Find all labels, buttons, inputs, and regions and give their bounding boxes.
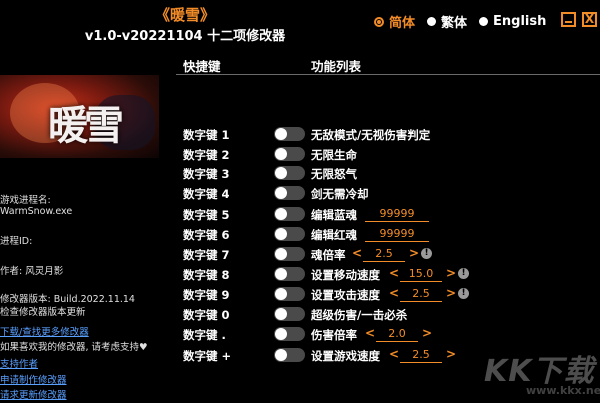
hotkey-label: 数字键 5 [183, 208, 230, 222]
trainer-version-title: v1.0-v20221104 十二项修改器 [84, 29, 286, 44]
lang-option-simplified[interactable]: 简体 [374, 12, 415, 31]
cheat-toggle[interactable] [274, 348, 305, 362]
cheat-row: 数字键 6 编辑红魂 99999 [0, 225, 600, 243]
hotkey-label: 数字键 . [183, 328, 226, 342]
header-hotkey: 快捷键 [183, 59, 221, 74]
increase-button[interactable]: > [446, 347, 456, 361]
request-trainer-link[interactable]: 申请制作修改器 [0, 372, 67, 386]
site-watermark: KK下载 www.kkx.net [482, 342, 600, 402]
cheat-row: 数字键 4 剑无需冷却 [0, 184, 600, 202]
cheat-toggle[interactable] [274, 327, 305, 341]
header-divider [176, 74, 600, 75]
close-button[interactable]: X [582, 12, 597, 27]
warning-icon[interactable]: ! [458, 288, 469, 299]
cheat-name: 编辑红魂 [311, 228, 357, 242]
game-speed-value[interactable]: 2.5 [400, 348, 442, 363]
cheat-toggle[interactable] [274, 127, 305, 141]
hotkey-label: 数字键 0 [183, 308, 230, 322]
cheat-toggle[interactable] [274, 207, 305, 221]
cheat-row: 数字键 2 无限生命 [0, 145, 600, 163]
cheat-row: 数字键 1 无敌模式/无视伤害判定 [0, 125, 600, 143]
hotkey-label: 数字键 2 [183, 148, 230, 162]
decrease-button[interactable]: < [352, 246, 362, 260]
cheat-row: 数字键 9 设置攻击速度 < 2.5 > ! [0, 285, 600, 303]
radio-icon [427, 17, 437, 26]
cheat-row: 数字键 3 无限怒气 [0, 164, 600, 182]
increase-button[interactable]: > [446, 286, 456, 300]
header-functions: 功能列表 [311, 59, 362, 74]
cheat-toggle[interactable] [274, 267, 305, 281]
cheat-toggle[interactable] [274, 147, 305, 161]
radio-icon [479, 17, 489, 26]
minimize-button[interactable] [561, 12, 576, 27]
increase-button[interactable]: > [409, 246, 419, 260]
lang-option-traditional[interactable]: 繁体 [427, 12, 467, 31]
damage-multiplier-value[interactable]: 2.0 [376, 327, 418, 342]
cheat-row: 数字键 5 编辑蓝魂 99999 [0, 205, 600, 223]
watermark-url: www.kkx.net [526, 384, 600, 397]
hotkey-label: 数字键 3 [183, 167, 230, 181]
lang-label: 简体 [389, 16, 416, 31]
decrease-button[interactable]: < [389, 286, 399, 300]
increase-button[interactable]: > [422, 326, 432, 340]
soul-multiplier-value[interactable]: 2.5 [363, 247, 405, 262]
cheat-name: 无限怒气 [311, 167, 357, 181]
cheat-toggle[interactable] [274, 307, 305, 321]
cheat-toggle[interactable] [274, 227, 305, 241]
cheat-name: 剑无需冷却 [311, 187, 369, 201]
decrease-button[interactable]: < [389, 347, 399, 361]
cheat-name: 无敌模式/无视伤害判定 [311, 128, 431, 142]
hotkey-label: 数字键 7 [183, 248, 230, 262]
move-speed-value[interactable]: 15.0 [400, 267, 442, 282]
language-selector: 简体 繁体 English [374, 12, 556, 31]
cheat-toggle[interactable] [274, 166, 305, 180]
hotkey-label: 数字键 4 [183, 187, 230, 201]
cheat-name: 无限生命 [311, 148, 357, 162]
cheat-row: 数字键 . 伤害倍率 < 2.0 > [0, 325, 600, 343]
cheat-name: 编辑蓝魂 [311, 208, 357, 222]
cheat-name: 伤害倍率 [311, 328, 357, 342]
radio-selected-icon [374, 16, 384, 27]
cheat-toggle[interactable] [274, 287, 305, 301]
increase-button[interactable]: > [446, 266, 456, 280]
hotkey-label: 数字键 9 [183, 288, 230, 302]
cheat-row: 数字键 8 设置移动速度 < 15.0 > ! [0, 265, 600, 283]
warning-icon[interactable]: ! [458, 268, 469, 279]
decrease-button[interactable]: < [389, 266, 399, 280]
request-update-link[interactable]: 请求更新修改器 [0, 387, 67, 401]
warning-icon[interactable]: ! [421, 248, 432, 259]
lang-label: English [493, 14, 547, 29]
cheat-name: 魂倍率 [311, 248, 346, 262]
blue-soul-input[interactable]: 99999 [365, 207, 429, 222]
hotkey-label: 数字键 + [183, 349, 232, 363]
cheat-name: 设置移动速度 [311, 268, 380, 282]
cheat-name: 超级伤害/一击必杀 [311, 308, 408, 322]
cheat-name: 设置游戏速度 [311, 349, 380, 363]
decrease-button[interactable]: < [365, 326, 375, 340]
hotkey-label: 数字键 1 [183, 128, 230, 142]
lang-option-english[interactable]: English [479, 14, 546, 29]
cheat-name: 设置攻击速度 [311, 288, 380, 302]
cheat-row: 数字键 0 超级伤害/一击必杀 [0, 305, 600, 323]
cheat-row: 数字键 7 魂倍率 < 2.5 > ! [0, 245, 600, 263]
red-soul-input[interactable]: 99999 [365, 227, 429, 242]
hotkey-label: 数字键 6 [183, 228, 230, 242]
cheat-toggle[interactable] [274, 247, 305, 261]
cheat-toggle[interactable] [274, 186, 305, 200]
attack-speed-value[interactable]: 2.5 [400, 287, 442, 302]
game-title: 《暖雪》 [154, 6, 215, 24]
hotkey-label: 数字键 8 [183, 268, 230, 282]
lang-label: 繁体 [441, 16, 468, 31]
